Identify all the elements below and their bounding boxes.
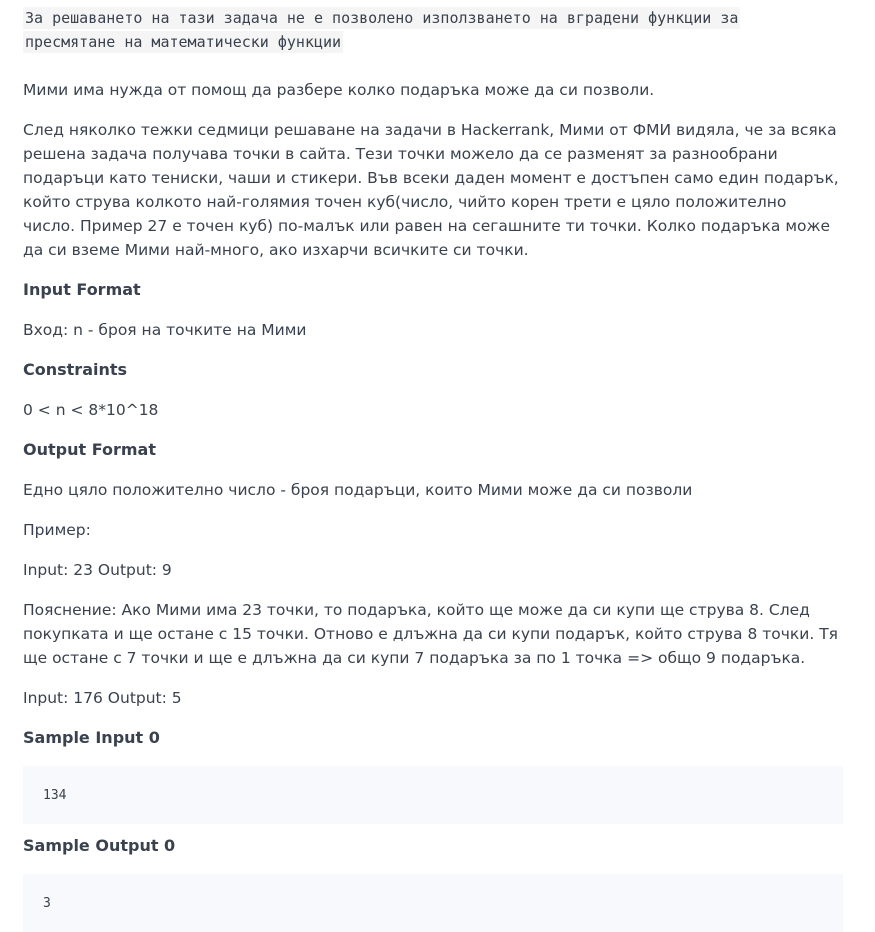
sample-input-heading: Sample Input 0 [23,728,160,747]
restriction-note: За решаването на тази задача не е позвол… [23,7,741,53]
constraints-text: 0 < n < 8*10^18 [23,401,159,419]
input-format-text: Вход: n - броя на точките на Мими [23,321,307,339]
restriction-note-container: За решаването на тази задача не е позвол… [23,0,803,54]
story-paragraph: След няколко тежки седмици решаване на з… [23,121,839,259]
explanation-paragraph: Пояснение: Ако Мими има 23 точки, то под… [23,601,838,667]
problem-statement: За решаването на тази задача не е позвол… [0,0,875,932]
output-format-text: Едно цяло положително число - броя подар… [23,481,693,499]
input-format-heading: Input Format [23,280,141,299]
constraints-heading: Constraints [23,360,128,379]
example-label: Пример: [23,521,91,539]
example-1: Input: 23 Output: 9 [23,561,172,579]
output-format-heading: Output Format [23,440,156,459]
sample-output-box: 3 [23,874,843,932]
sample-input-value: 134 [43,787,67,803]
example-2: Input: 176 Output: 5 [23,689,182,707]
sample-output-value: 3 [43,895,51,911]
intro-paragraph: Мими има нужда от помощ да разбере колко… [23,81,655,99]
sample-input-box: 134 [23,766,843,824]
sample-output-heading: Sample Output 0 [23,836,176,855]
